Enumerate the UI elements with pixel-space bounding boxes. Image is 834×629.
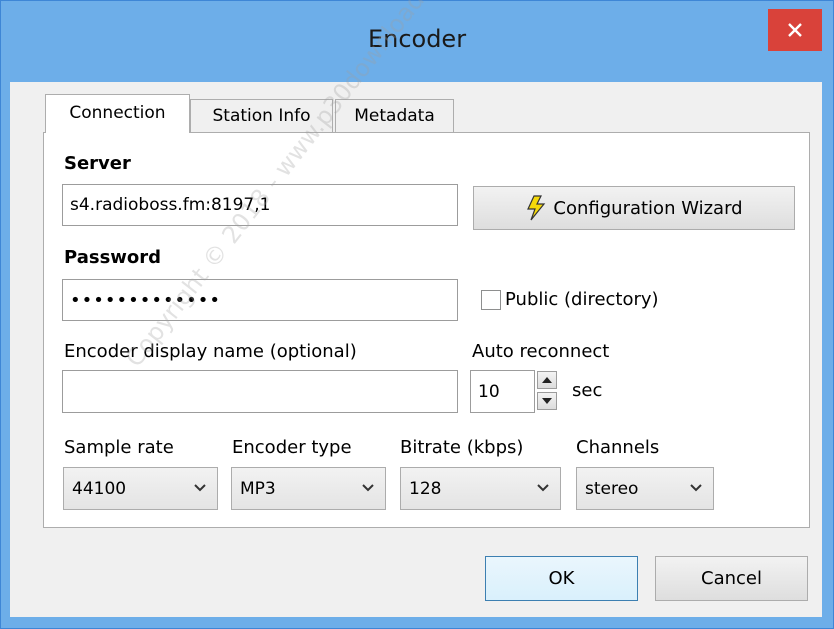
tab-metadata[interactable]: Metadata (335, 99, 454, 133)
sample-rate-value: 44100 (72, 478, 127, 499)
public-directory-label[interactable]: Public (directory) (505, 289, 659, 310)
spin-down-button[interactable] (537, 392, 557, 410)
chevron-down-icon (690, 484, 702, 492)
tab-connection-label: Connection (69, 103, 166, 123)
bitrate-label: Bitrate (kbps) (400, 437, 524, 458)
close-button[interactable] (768, 9, 822, 51)
tab-station-info-label: Station Info (212, 106, 311, 126)
password-value: ••••••••••••• (70, 289, 222, 311)
bitrate-select[interactable]: 128 (400, 467, 561, 510)
server-label: Server (64, 153, 131, 174)
arrow-down-icon (542, 398, 552, 404)
server-value: s4.radioboss.fm:8197,1 (70, 195, 271, 215)
chevron-down-icon (362, 484, 374, 492)
sample-rate-select[interactable]: 44100 (63, 467, 218, 510)
server-input[interactable]: s4.radioboss.fm:8197,1 (62, 184, 458, 226)
tab-connection[interactable]: Connection (45, 94, 190, 133)
channels-value: stereo (585, 478, 639, 499)
chevron-down-icon (194, 484, 206, 492)
auto-reconnect-unit: sec (572, 380, 603, 401)
window-title: Encoder (367, 25, 467, 53)
auto-reconnect-label: Auto reconnect (472, 341, 610, 362)
public-directory-checkbox[interactable] (481, 290, 501, 310)
encoder-name-label: Encoder display name (optional) (64, 341, 357, 362)
lightning-icon (527, 195, 546, 221)
channels-select[interactable]: stereo (576, 467, 714, 510)
cancel-label: Cancel (701, 568, 762, 589)
auto-reconnect-value: 10 (478, 381, 500, 402)
encoder-name-input[interactable] (62, 370, 458, 413)
password-input[interactable]: ••••••••••••• (62, 279, 458, 321)
configuration-wizard-label: Configuration Wizard (553, 197, 743, 219)
cancel-button[interactable]: Cancel (655, 556, 808, 601)
auto-reconnect-input[interactable]: 10 (470, 370, 535, 413)
close-icon (788, 23, 802, 37)
encoder-type-select[interactable]: MP3 (231, 467, 386, 510)
encoder-type-label: Encoder type (232, 437, 352, 458)
sample-rate-label: Sample rate (64, 437, 174, 458)
ok-label: OK (548, 568, 575, 589)
bitrate-value: 128 (409, 478, 442, 499)
configuration-wizard-button[interactable]: Configuration Wizard (473, 186, 795, 230)
ok-button[interactable]: OK (485, 556, 638, 601)
chevron-down-icon (537, 484, 549, 492)
tab-metadata-label: Metadata (354, 106, 435, 126)
encoder-type-value: MP3 (240, 478, 276, 499)
tab-station-info[interactable]: Station Info (190, 99, 333, 133)
spin-up-button[interactable] (537, 371, 557, 389)
title-bar[interactable]: Encoder (1, 1, 833, 83)
arrow-up-icon (542, 377, 552, 383)
password-label: Password (64, 247, 162, 268)
channels-label: Channels (576, 437, 660, 458)
